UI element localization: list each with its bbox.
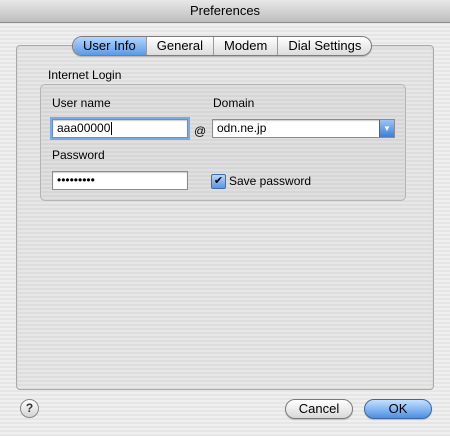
username-field[interactable]: aaa00000 (50, 117, 190, 140)
tab-general[interactable]: General (145, 37, 213, 55)
username-value: aaa00000 (57, 121, 111, 135)
password-value: ••••••••• (57, 173, 95, 187)
checkmark-icon: ✔ (213, 175, 224, 187)
tab-user-info[interactable]: User Info (73, 37, 146, 55)
password-label: Password (52, 148, 105, 162)
text-cursor (111, 122, 113, 136)
at-symbol: @ (194, 124, 207, 138)
window-titlebar: Preferences (0, 0, 450, 23)
domain-select[interactable]: odn.ne.jp ▼ (212, 119, 395, 138)
username-label: User name (52, 96, 111, 110)
dropdown-arrow-icon[interactable]: ▼ (379, 120, 394, 137)
ok-button[interactable]: OK (364, 399, 432, 419)
internet-login-group-label: Internet Login (48, 68, 122, 82)
domain-label: Domain (213, 96, 255, 110)
save-password-checkbox[interactable]: ✔ (211, 174, 226, 189)
domain-value: odn.ne.jp (217, 121, 267, 135)
window-title: Preferences (189, 3, 261, 18)
password-field[interactable]: ••••••••• (52, 171, 188, 190)
cancel-button[interactable]: Cancel (285, 399, 353, 419)
save-password-label[interactable]: Save password (229, 174, 311, 188)
tab-dial-settings[interactable]: Dial Settings (277, 37, 371, 55)
tab-bar: User Info General Modem Dial Settings (72, 36, 373, 56)
tab-modem[interactable]: Modem (213, 37, 277, 55)
help-button[interactable]: ? (20, 399, 39, 418)
